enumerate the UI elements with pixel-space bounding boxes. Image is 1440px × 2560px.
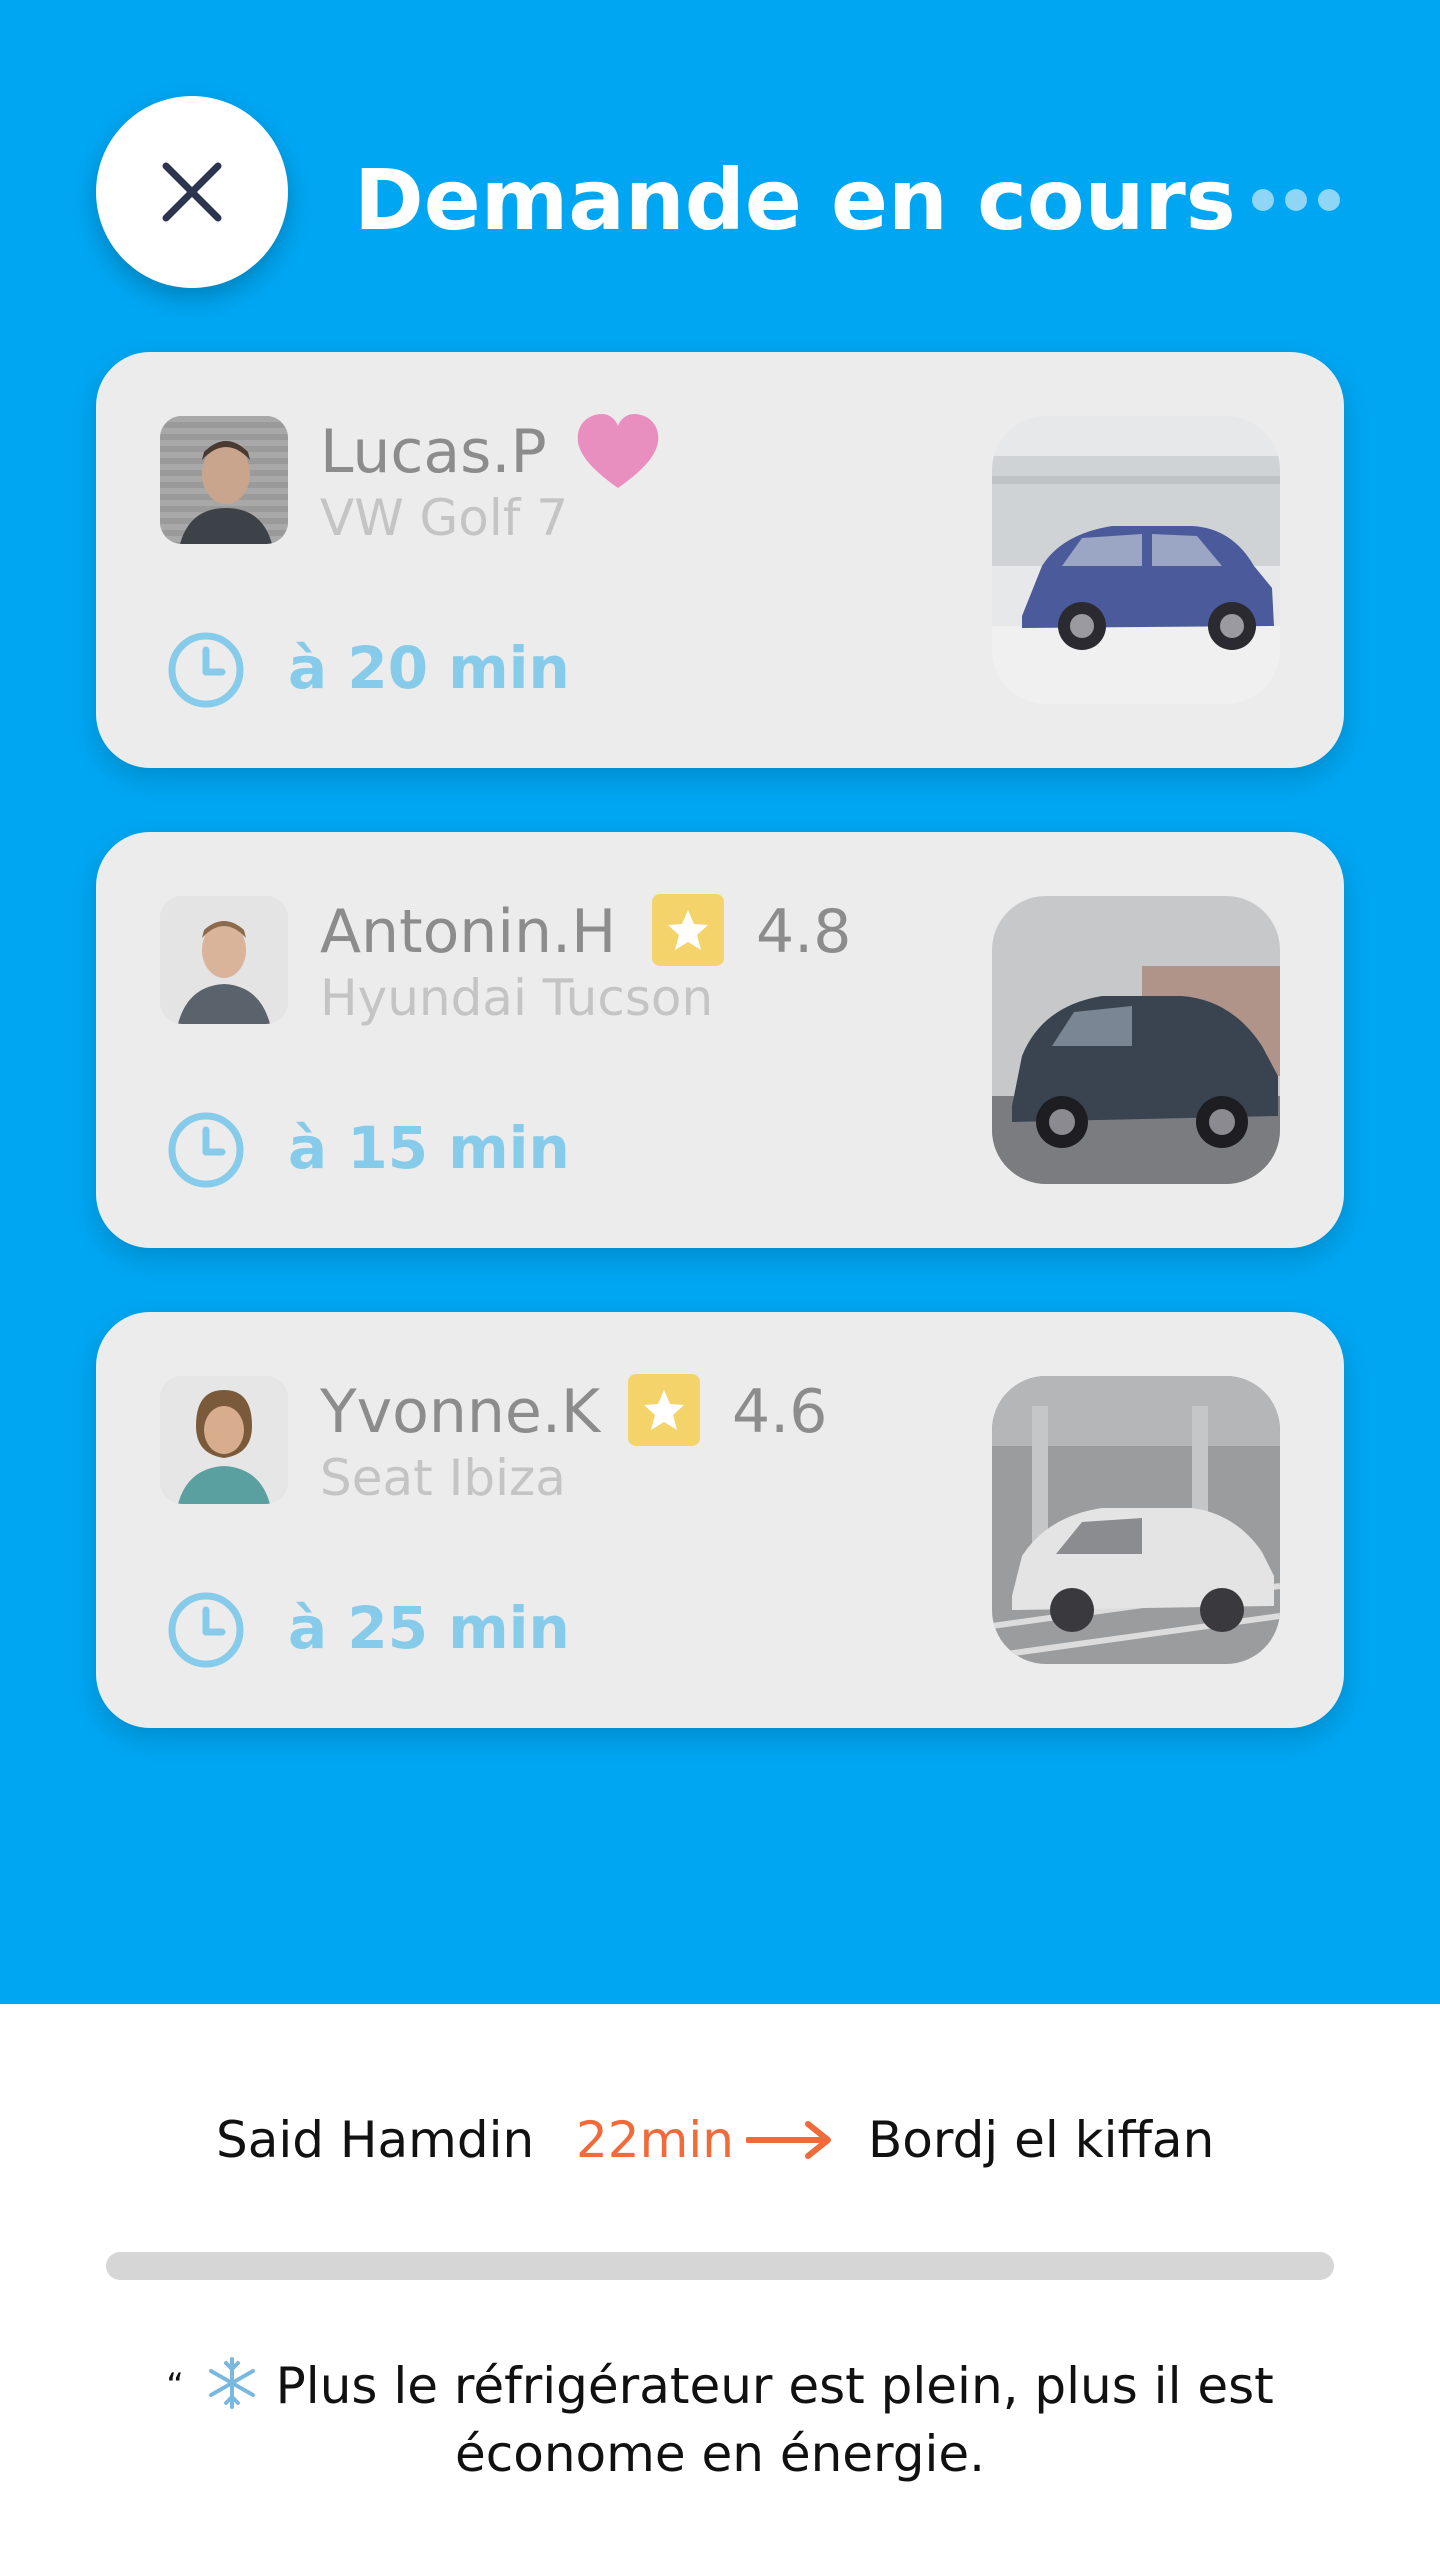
eta-label: à 25 min xyxy=(288,1594,570,1662)
heart-icon[interactable] xyxy=(574,412,662,492)
arrow-right-icon xyxy=(746,2121,831,2159)
snowflake-icon xyxy=(208,2357,255,2409)
driver-name: Antonin.H xyxy=(320,897,617,967)
driver-name: Yvonne.K xyxy=(320,1377,601,1447)
car-model: Hyundai Tucson xyxy=(320,969,714,1027)
driver-card[interactable]: Antonin.H 4.8 Hyundai Tucson à 15 min xyxy=(96,832,1344,1248)
star-badge xyxy=(652,894,724,966)
driver-rating: 4.8 xyxy=(756,897,852,967)
car-photo xyxy=(992,416,1280,704)
driver-name: Lucas.P xyxy=(320,417,547,487)
trip-duration: 22min xyxy=(576,2111,734,2169)
close-button[interactable] xyxy=(96,96,288,288)
car-photo xyxy=(992,896,1280,1184)
trip-route: Said Hamdin 22min Bordj el kiffan xyxy=(0,2100,1440,2180)
star-badge xyxy=(628,1374,700,1446)
top-background: Demande en cours Lucas.P VW Golf 7 à 20 … xyxy=(0,0,1440,2004)
quote-mark: “ xyxy=(166,2366,184,2406)
driver-avatar xyxy=(160,896,288,1024)
more-dots-icon xyxy=(1252,189,1274,211)
trip-progress-bar xyxy=(106,2252,1334,2280)
driver-card[interactable]: Yvonne.K 4.6 Seat Ibiza à 25 min xyxy=(96,1312,1344,1728)
eta-label: à 15 min xyxy=(288,1114,570,1182)
close-icon xyxy=(162,162,222,222)
car-model: VW Golf 7 xyxy=(320,489,569,547)
star-icon xyxy=(668,910,708,950)
driver-card[interactable]: Lucas.P VW Golf 7 à 20 min xyxy=(96,352,1344,768)
tip-text: Plus le réfrigérateur est plein, plus il… xyxy=(275,2357,1274,2483)
clock-icon xyxy=(168,632,244,708)
car-photo xyxy=(992,1376,1280,1664)
driver-rating: 4.6 xyxy=(732,1377,828,1447)
clock-icon xyxy=(168,1112,244,1188)
driver-avatar xyxy=(160,1376,288,1504)
energy-tip: “ Plus le réfrigérateur est plein, plus … xyxy=(140,2352,1300,2488)
car-model: Seat Ibiza xyxy=(320,1449,566,1507)
more-options-button[interactable] xyxy=(1252,182,1340,218)
trip-destination: Bordj el kiffan xyxy=(868,2111,1215,2169)
driver-avatar xyxy=(160,416,288,544)
eta-label: à 20 min xyxy=(288,634,570,702)
star-icon xyxy=(644,1390,684,1430)
page-title: Demande en cours xyxy=(354,151,1236,249)
clock-icon xyxy=(168,1592,244,1668)
trip-origin: Said Hamdin xyxy=(216,2111,535,2169)
